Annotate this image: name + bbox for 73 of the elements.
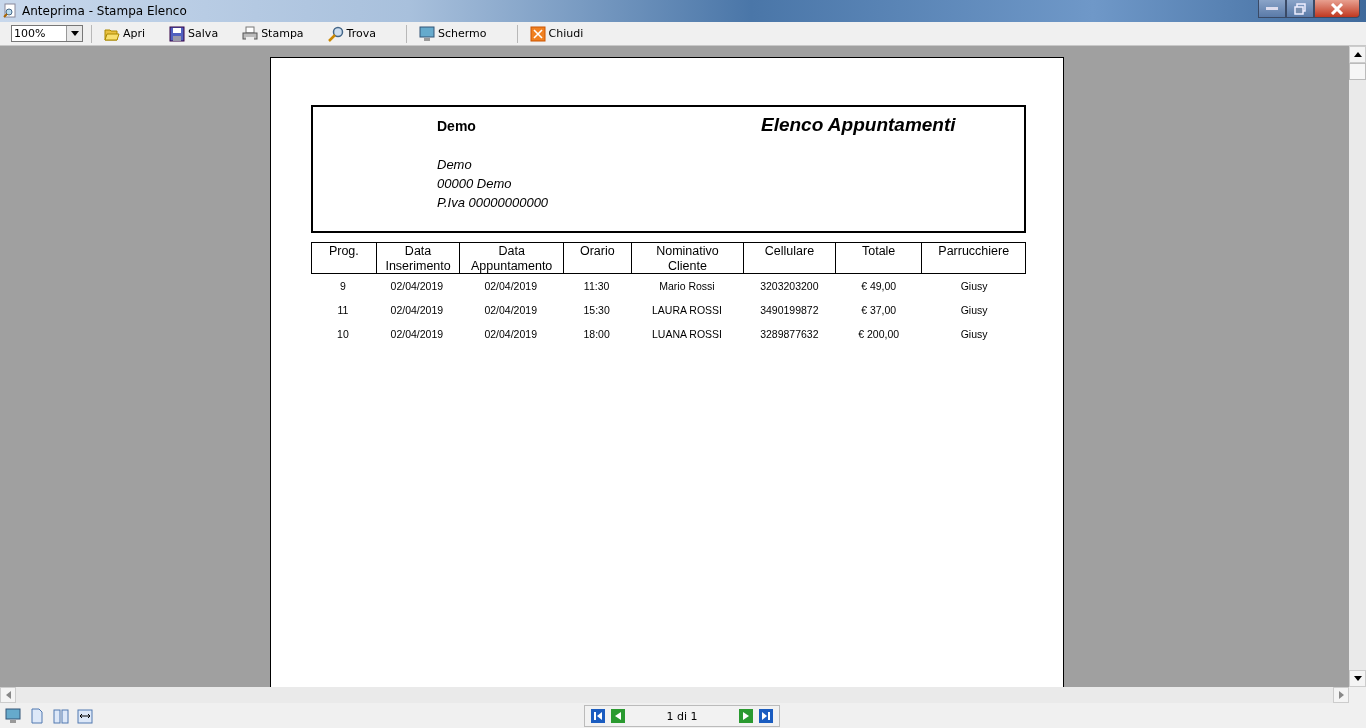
- table-cell-text: 3289877632: [759, 328, 820, 340]
- next-page-icon[interactable]: [739, 709, 753, 723]
- screen-button[interactable]: Schermo: [417, 23, 489, 44]
- company-address-line: Demo: [437, 156, 473, 174]
- table-cell-text: 02/04/2019: [483, 328, 538, 340]
- find-button[interactable]: Trova: [325, 23, 378, 44]
- vertical-scrollbar[interactable]: [1349, 46, 1366, 687]
- table-cell-text: 3203203200: [759, 280, 820, 292]
- table-cell-text: € 37,00: [860, 304, 898, 316]
- table-cell-text: € 200,00: [857, 328, 901, 340]
- table-cell-text: Giusy: [959, 280, 989, 292]
- table-cell-text: 11:30: [582, 280, 611, 292]
- close-button[interactable]: [1314, 0, 1360, 18]
- column-header: Cellulare: [743, 243, 835, 273]
- open-button[interactable]: Apri: [102, 23, 148, 44]
- table-cell-text: € 49,00: [860, 280, 898, 292]
- restore-icon: [1294, 2, 1306, 15]
- close-button[interactable]: Chiudi: [527, 23, 586, 44]
- column-header: Parrucchiere: [921, 243, 1025, 273]
- table-cell-text: 9: [339, 280, 347, 292]
- table-cell-text: LUANA ROSSI: [650, 328, 723, 340]
- monitor-icon: [419, 25, 435, 42]
- column-header: Data Inserimento: [375, 243, 460, 273]
- scroll-thumb[interactable]: [1349, 63, 1366, 80]
- magnifier-icon: [327, 25, 344, 42]
- minimize-button[interactable]: [1258, 0, 1286, 18]
- table-cell-text: Giusy: [959, 328, 989, 340]
- fit-width-icon[interactable]: [77, 707, 93, 724]
- previous-page-icon[interactable]: [611, 709, 625, 723]
- table-cell-text: 11: [336, 304, 350, 316]
- minimize-icon: [1266, 6, 1278, 11]
- zoom-dropdown[interactable]: 100%: [11, 25, 83, 42]
- restore-button[interactable]: [1286, 0, 1314, 18]
- report-title: Elenco Appuntamenti: [761, 114, 956, 137]
- page-indicator: 1 di 1: [665, 709, 699, 723]
- table-cell-text: Giusy: [959, 304, 989, 316]
- table-cell-text: 02/04/2019: [483, 280, 538, 292]
- close-icon: [1330, 2, 1344, 15]
- table-cell-text: LAURA ROSSI: [650, 304, 723, 316]
- down-arrow-icon: [1353, 676, 1362, 681]
- table-cell-text: Mario Rossi: [658, 280, 716, 292]
- magnifier-document-icon: [2, 3, 18, 19]
- column-header: Totale: [834, 243, 922, 273]
- table-cell-text: 3490199872: [759, 304, 820, 316]
- up-arrow-icon: [1353, 52, 1362, 57]
- two-pages-icon[interactable]: [53, 707, 69, 724]
- save-button[interactable]: Salva: [167, 23, 221, 44]
- last-page-icon[interactable]: [759, 709, 773, 723]
- left-arrow-icon: [5, 691, 11, 699]
- table-cell-text: 15:30: [582, 304, 611, 316]
- table-cell-text: 10: [336, 328, 350, 340]
- window-title: Anteprima - Stampa Elenco: [22, 4, 187, 18]
- column-header: Prog.: [327, 243, 360, 260]
- table-cell-text: 02/04/2019: [389, 328, 445, 340]
- monitor-icon[interactable]: [5, 707, 21, 724]
- table-cell-text: 02/04/2019: [389, 280, 445, 292]
- print-button[interactable]: Stampa: [240, 23, 306, 44]
- close-icon: [529, 25, 546, 42]
- table-cell-text: 02/04/2019: [389, 304, 445, 316]
- column-header: Nominativo Cliente: [630, 243, 744, 273]
- caret-icon: [70, 31, 79, 36]
- company-address-line: 00000 Demo: [437, 175, 513, 193]
- company-address-line: P.Iva 00000000000: [437, 194, 550, 212]
- first-page-icon[interactable]: [591, 709, 605, 723]
- column-header: Orario: [562, 243, 631, 273]
- printer-icon: [242, 25, 259, 42]
- horizontal-scrollbar[interactable]: [0, 687, 1349, 703]
- column-header: Data Appuntamento: [459, 243, 563, 273]
- single-page-icon[interactable]: [29, 707, 45, 724]
- company-name: Demo: [437, 118, 477, 134]
- table-cell-text: 02/04/2019: [483, 304, 538, 316]
- table-cell-text: 18:00: [582, 328, 611, 340]
- right-arrow-icon: [1338, 691, 1344, 699]
